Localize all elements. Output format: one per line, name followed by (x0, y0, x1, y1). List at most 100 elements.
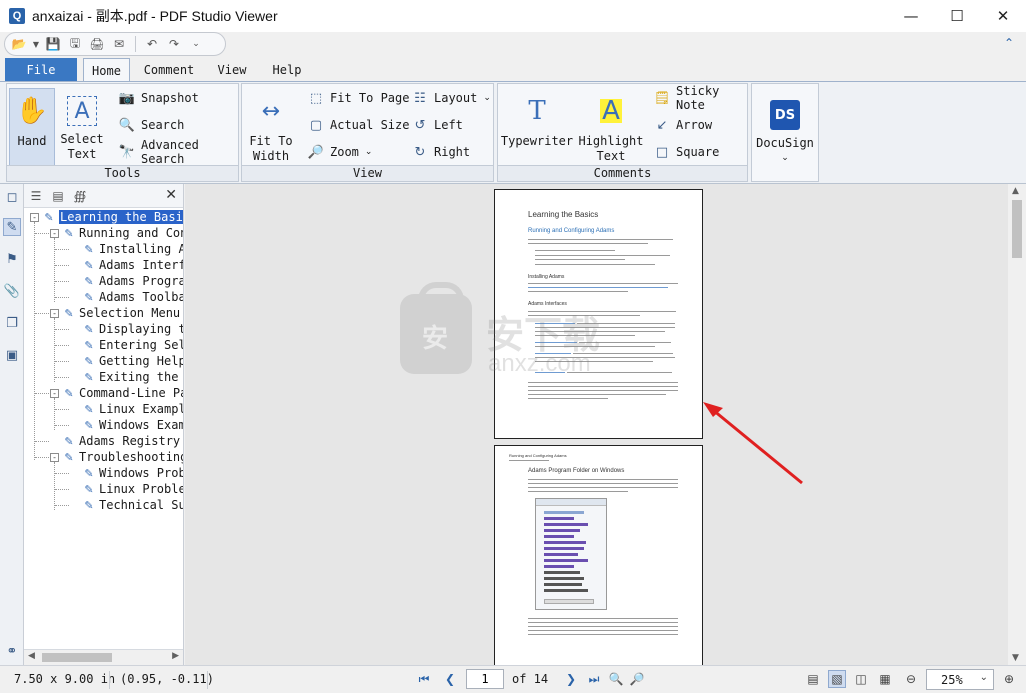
bookmark-item[interactable]: -✎ Running and Confi (50, 225, 183, 241)
bookmark-item[interactable]: ✎ Technical Supp (70, 497, 183, 513)
fit-page-icon: ⬚ (309, 90, 323, 106)
minimize-icon[interactable]: — (888, 0, 934, 32)
bookmark-item[interactable]: ✎ Windows Proble (70, 465, 183, 481)
page-thumbnails-icon[interactable]: ◻ (3, 188, 21, 206)
single-page-icon[interactable]: ▤ (804, 670, 822, 688)
tab-file[interactable]: File (5, 58, 77, 82)
snapshot-button[interactable]: 📷 Snapshot (119, 88, 199, 108)
collapse-all-icon[interactable]: ▤ (50, 188, 66, 204)
bookmarks-icon[interactable]: ✎ (3, 218, 21, 236)
bookmark-item[interactable]: ✎ Adams Interfac (70, 257, 183, 273)
bookmark-item[interactable]: -✎ Learning the Basics (30, 209, 183, 225)
square-button[interactable]: □ Square (654, 142, 720, 162)
maximize-icon[interactable]: ☐ (934, 0, 980, 32)
sticky-note-button[interactable]: 🗒 Sticky Note (654, 84, 747, 112)
collapse-toggle-icon[interactable]: - (50, 228, 59, 238)
bookmark-item[interactable]: ✎ Entering Selec (70, 337, 183, 353)
bookmark-item[interactable]: ✎ Displaying the (70, 321, 183, 337)
redo-icon[interactable]: ↷ (164, 34, 184, 54)
tree-guide-line (55, 265, 69, 266)
layers-icon[interactable]: ❐ (3, 314, 21, 332)
annotations-icon[interactable]: ⚑ (3, 250, 21, 268)
bookmark-item[interactable]: -✎ Command-Line Pars (50, 385, 183, 401)
fit-to-width-button[interactable]: ↔ Fit To Width (246, 88, 296, 164)
docusign-button[interactable]: DS DocuSign ⌄ (756, 88, 814, 166)
vertical-scrollbar[interactable]: ▲ ▼ (1008, 184, 1026, 665)
search-button[interactable]: 🔍 Search (119, 115, 184, 135)
hand-button[interactable]: ✋ Hand (9, 88, 55, 166)
tab-view[interactable]: View (212, 58, 252, 82)
scroll-down-icon[interactable]: ▼ (1012, 653, 1019, 663)
undo-icon[interactable]: ↶ (142, 34, 162, 54)
collapse-toggle-icon[interactable]: - (30, 212, 39, 222)
rotate-right-button[interactable]: ↻ Right (412, 142, 471, 162)
expand-all-icon[interactable]: ☰ (28, 188, 44, 204)
bookmark-label: Windows Exampl (99, 418, 183, 432)
rotate-left-button[interactable]: ↺ Left (412, 115, 463, 135)
advanced-search-button[interactable]: 🔭 Advanced Search (119, 138, 238, 166)
collapse-toggle-icon[interactable]: - (50, 452, 59, 462)
actual-size-button[interactable]: ▢ Actual Size (308, 115, 410, 135)
bookmark-item[interactable]: ✎ Adams Toolbar (70, 289, 183, 305)
zoom-level-select[interactable]: 25% ⌄ (926, 669, 994, 690)
collapse-toggle-icon[interactable]: - (50, 388, 59, 398)
bookmark-item[interactable]: ✎ Windows Exampl (70, 417, 183, 433)
previous-view-icon[interactable]: 🔍 (607, 670, 625, 688)
link-icon[interactable]: ⚭ (3, 642, 21, 660)
tab-help[interactable]: Help (268, 58, 306, 82)
bookmark-item[interactable]: ✎ Linux Problem (70, 481, 183, 497)
first-page-icon[interactable]: ⏮ (415, 670, 433, 688)
scroll-left-icon[interactable]: ◀ (28, 651, 35, 661)
continuous-facing-icon[interactable]: ▦ (876, 670, 894, 688)
zoom-out-icon[interactable]: ⊖ (902, 670, 920, 688)
bookmark-item[interactable]: - ✎ Selection Menu (50, 305, 180, 321)
select-text-button[interactable]: A Select Text (59, 88, 105, 162)
save-as-icon[interactable]: 🖫 (65, 34, 85, 54)
bookmark-item[interactable]: ✎ Linux Example (70, 401, 183, 417)
page-number-input[interactable] (466, 669, 504, 689)
print-icon[interactable]: 🖨 (87, 34, 107, 54)
bookmark-item[interactable]: ✎ Adams Registry Ed (50, 433, 183, 449)
arrow-button[interactable]: ↙ Arrow (654, 115, 713, 135)
fit-to-page-button[interactable]: ⬚ Fit To Page (308, 88, 410, 108)
open-icon[interactable]: 📂 (9, 34, 29, 54)
close-panel-icon[interactable]: ✕ (165, 187, 177, 203)
customize-icon[interactable]: ⌄ (186, 34, 206, 54)
continuous-page-icon[interactable]: ▧ (828, 670, 846, 688)
facing-pages-icon[interactable]: ◫ (852, 670, 870, 688)
signatures-icon[interactable]: ▣ (3, 346, 21, 364)
dropdown-icon[interactable]: ▼ (31, 34, 41, 54)
fit-to-page-label: Fit To Page (330, 91, 410, 105)
bookmark-item[interactable]: ✎ Adams Program (70, 273, 183, 289)
save-icon[interactable]: 💾 (43, 34, 63, 54)
previous-page-icon[interactable]: ❮ (441, 670, 459, 688)
zoom-button[interactable]: 🔎 Zoom ⌄ (308, 142, 373, 162)
zoom-in-icon[interactable]: ⊕ (1000, 670, 1018, 688)
collapse-toggle-icon[interactable]: - (50, 308, 59, 318)
layout-button[interactable]: ☷ Layout ⌄ (412, 88, 491, 108)
bookmark-item[interactable]: ✎ Getting Help (70, 353, 183, 369)
navigation-toolbar: ◻ ✎ ⚑ 📎 ❐ ▣ ⚭ (0, 184, 24, 665)
options-icon[interactable]: ∰ (72, 188, 88, 204)
scroll-right-icon[interactable]: ▶ (172, 651, 179, 661)
bookmark-item[interactable]: ✎ Installing Ada (70, 241, 183, 257)
next-page-icon[interactable]: ❯ (562, 670, 580, 688)
bookmark-item[interactable]: ✎ Exiting the Se (70, 369, 183, 385)
bookmark-item[interactable]: - ✎ Troubleshooting (50, 449, 183, 465)
horizontal-scrollbar[interactable]: ◀ ▶ (24, 649, 183, 665)
tab-home[interactable]: Home (83, 58, 130, 83)
scrollbar-thumb[interactable] (42, 653, 112, 662)
bookmark-icon: ✎ (84, 402, 94, 416)
email-icon[interactable]: ✉ (109, 34, 129, 54)
close-icon[interactable]: ✕ (980, 0, 1026, 32)
scrollbar-thumb[interactable] (1012, 200, 1022, 258)
highlight-text-button[interactable]: A Highlight Text (578, 88, 644, 164)
document-viewer[interactable]: Learning the Basics Running and Configur… (185, 184, 1008, 665)
tab-comment[interactable]: Comment (140, 58, 198, 82)
last-page-icon[interactable]: ⏭ (585, 670, 603, 688)
scroll-up-icon[interactable]: ▲ (1012, 186, 1019, 196)
typewriter-button[interactable]: T Typewriter (501, 88, 573, 149)
collapse-ribbon-icon[interactable]: ⌃ (1004, 36, 1014, 50)
next-view-icon[interactable]: 🔎 (628, 670, 646, 688)
attachments-icon[interactable]: 📎 (3, 282, 21, 300)
